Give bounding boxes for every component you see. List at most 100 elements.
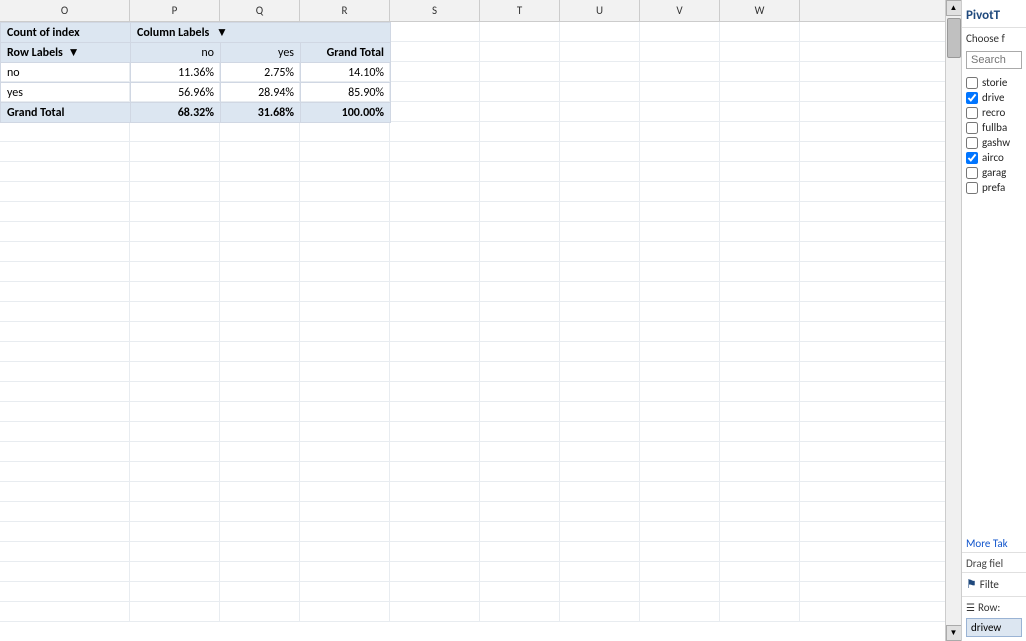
grid-cell[interactable] [300, 222, 390, 241]
grid-cell[interactable] [0, 482, 130, 501]
grid-cell[interactable] [390, 242, 480, 261]
grid-cell[interactable] [480, 42, 560, 61]
grid-cell[interactable] [130, 342, 220, 361]
grid-cell[interactable] [0, 282, 130, 301]
grid-cell[interactable] [560, 222, 640, 241]
grid-cell[interactable] [220, 162, 300, 181]
grid-cell[interactable] [390, 342, 480, 361]
grid-cell[interactable] [0, 202, 130, 221]
grid-cell[interactable] [480, 122, 560, 141]
grid-cell[interactable] [390, 162, 480, 181]
grid-cell[interactable] [130, 582, 220, 601]
grid-cell[interactable] [480, 82, 560, 101]
grid-cell[interactable] [300, 182, 390, 201]
grid-cell[interactable] [300, 362, 390, 381]
grid-cell[interactable] [480, 222, 560, 241]
grid-cell[interactable] [130, 482, 220, 501]
col-header-t[interactable]: T [480, 0, 560, 21]
grid-cell[interactable] [560, 302, 640, 321]
grid-cell[interactable] [220, 142, 300, 161]
grid-cell[interactable] [220, 462, 300, 481]
grid-cell[interactable] [390, 22, 480, 41]
grid-cell[interactable] [220, 222, 300, 241]
grid-cell[interactable] [480, 22, 560, 41]
grid-cell[interactable] [560, 502, 640, 521]
grid-cell[interactable] [300, 482, 390, 501]
grid-cell[interactable] [300, 562, 390, 581]
grid-cell[interactable] [480, 282, 560, 301]
grid-cell[interactable] [300, 522, 390, 541]
grid-cell[interactable] [720, 422, 800, 441]
grid-cell[interactable] [720, 42, 800, 61]
grid-cell[interactable] [390, 122, 480, 141]
grid-cell[interactable] [560, 202, 640, 221]
grid-cell[interactable] [300, 442, 390, 461]
grid-cell[interactable] [390, 462, 480, 481]
grid-cell[interactable] [640, 222, 720, 241]
grid-cell[interactable] [560, 542, 640, 561]
grid-cell[interactable] [390, 442, 480, 461]
grid-cell[interactable] [130, 182, 220, 201]
grid-cell[interactable] [220, 182, 300, 201]
grid-cell[interactable] [560, 342, 640, 361]
grid-cell[interactable] [720, 442, 800, 461]
grid-cell[interactable] [300, 162, 390, 181]
col-header-v[interactable]: V [640, 0, 720, 21]
grid-cell[interactable] [390, 222, 480, 241]
grid-cell[interactable] [390, 202, 480, 221]
grid-cell[interactable] [720, 262, 800, 281]
grid-cell[interactable] [0, 542, 130, 561]
grid-cell[interactable] [640, 602, 720, 621]
grid-cell[interactable] [720, 542, 800, 561]
grid-cell[interactable] [480, 142, 560, 161]
grid-cell[interactable] [640, 342, 720, 361]
col-header-o[interactable]: O [0, 0, 130, 21]
grid-cell[interactable] [0, 422, 130, 441]
pivot-search-input[interactable] [966, 51, 1022, 69]
grid-cell[interactable] [390, 502, 480, 521]
grid-cell[interactable] [300, 142, 390, 161]
grid-cell[interactable] [640, 462, 720, 481]
grid-cell[interactable] [300, 242, 390, 261]
grid-cell[interactable] [640, 102, 720, 121]
grid-cell[interactable] [390, 102, 480, 121]
grid-cell[interactable] [720, 282, 800, 301]
grid-cell[interactable] [640, 162, 720, 181]
grid-cell[interactable] [0, 122, 130, 141]
grid-cell[interactable] [300, 302, 390, 321]
grid-cell[interactable] [720, 502, 800, 521]
grid-cell[interactable] [720, 522, 800, 541]
grid-cell[interactable] [300, 582, 390, 601]
grid-cell[interactable] [220, 542, 300, 561]
grid-cell[interactable] [640, 202, 720, 221]
pivot-field-checkbox-storie[interactable] [966, 77, 978, 89]
grid-cell[interactable] [720, 122, 800, 141]
grid-cell[interactable] [300, 382, 390, 401]
grid-cell[interactable] [560, 402, 640, 421]
grid-cell[interactable] [720, 362, 800, 381]
grid-cell[interactable] [560, 102, 640, 121]
grid-cell[interactable] [480, 382, 560, 401]
grid-cell[interactable] [390, 562, 480, 581]
grid-cell[interactable] [720, 402, 800, 421]
col-labels-dropdown[interactable]: ▼ [216, 26, 228, 40]
grid-cell[interactable] [390, 382, 480, 401]
grid-cell[interactable] [560, 22, 640, 41]
grid-cell[interactable] [720, 182, 800, 201]
grid-cell[interactable] [220, 562, 300, 581]
grid-cell[interactable] [390, 362, 480, 381]
grid-cell[interactable] [300, 502, 390, 521]
grid-cell[interactable] [0, 522, 130, 541]
grid-cell[interactable] [640, 142, 720, 161]
grid-cell[interactable] [640, 242, 720, 261]
grid-cell[interactable] [220, 362, 300, 381]
grid-cell[interactable] [480, 242, 560, 261]
grid-cell[interactable] [720, 142, 800, 161]
grid-cell[interactable] [130, 422, 220, 441]
grid-body[interactable]: Count of index Column Labels ▼ Row Label… [0, 22, 945, 641]
grid-cell[interactable] [390, 82, 480, 101]
grid-cell[interactable] [720, 302, 800, 321]
grid-cell[interactable] [480, 182, 560, 201]
grid-cell[interactable] [0, 462, 130, 481]
grid-cell[interactable] [390, 282, 480, 301]
